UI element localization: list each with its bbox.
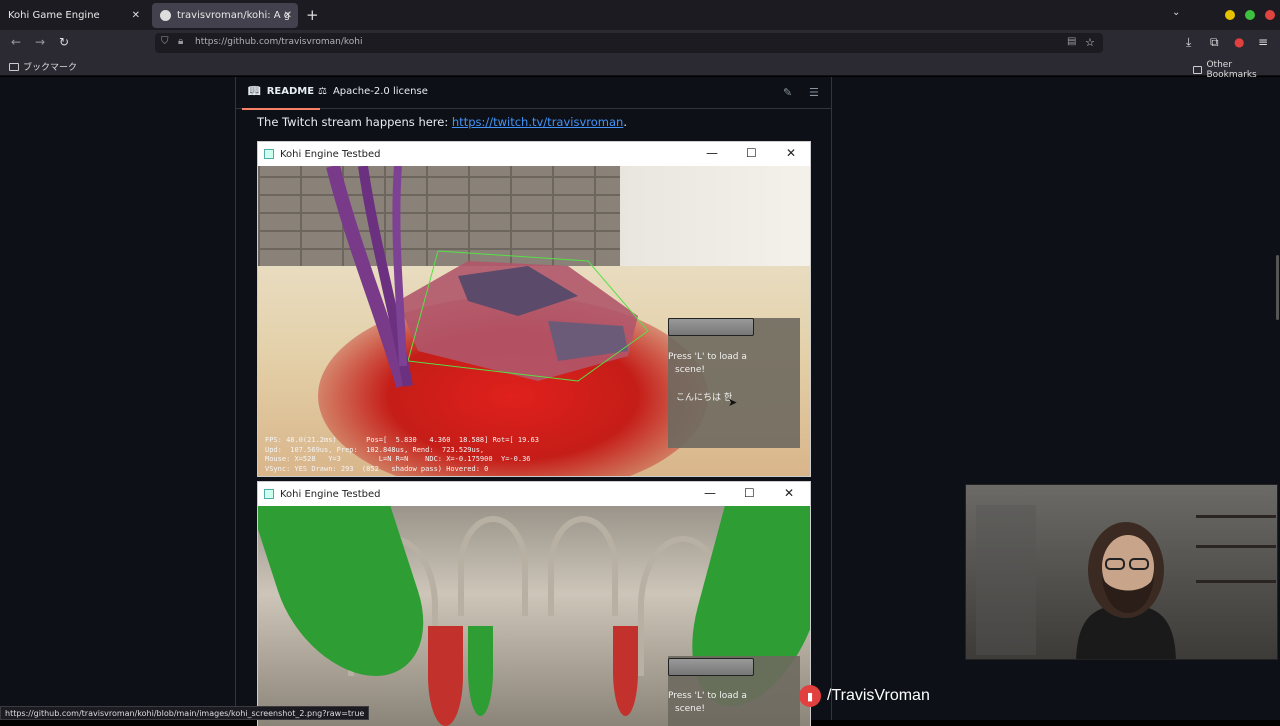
press-text-line-2: scene! [675, 365, 706, 375]
reader-view-icon[interactable]: ▤ [1067, 36, 1076, 47]
scene-car: Press 'L' to load a scene! こんにちは 한 ➤ FPS… [258, 166, 810, 476]
readme-panel: 📖︎ README ⚖ Apache-2.0 license ✎ ☰ The T… [235, 77, 832, 726]
scale-icon: ⚖ [318, 86, 327, 97]
stats-line: VSync: YES Drawn: 293 (852 shadow pass) … [265, 464, 489, 473]
twitch-end: . [623, 115, 627, 129]
tree-model [326, 166, 413, 388]
twitch-handle: /TravisVroman [827, 687, 930, 704]
red-drape [428, 626, 463, 726]
window-title: Kohi Engine Testbed [280, 488, 381, 500]
close-icon[interactable]: ✕ [784, 486, 794, 500]
green-drape [258, 506, 446, 676]
tab-license[interactable]: ⚖ Apache-2.0 license [318, 86, 428, 97]
tab-label: Kohi Game Engine [8, 10, 100, 21]
window-title: Kohi Engine Testbed [280, 148, 381, 160]
book-icon: 📖︎ [248, 86, 261, 97]
close-icon[interactable]: ✕ [786, 146, 796, 160]
webcam-overlay [965, 484, 1278, 660]
cursor-icon: ➤ [728, 396, 738, 409]
tab-label: travisvroman/kohi: A game e [177, 10, 289, 21]
chevron-down-icon[interactable]: ⌄ [1172, 7, 1180, 18]
minimize-icon[interactable]: — [706, 146, 718, 160]
testbed-window-2: Kohi Engine Testbed — ☐ ✕ Press 'L' to l… [257, 481, 811, 726]
ui-button[interactable] [668, 318, 754, 336]
shelf [1196, 580, 1276, 583]
press-text-line-2: scene! [675, 704, 706, 714]
readme-header: 📖︎ README ⚖ Apache-2.0 license ✎ ☰ [236, 77, 831, 110]
press-l-text: Press 'L' to load a scene! [668, 351, 747, 377]
folder-icon [9, 62, 19, 71]
bookmarks-label: ブックマーク [23, 63, 78, 73]
close-icon[interactable]: ✕ [284, 10, 292, 21]
star-icon[interactable]: ☆ [1085, 36, 1095, 49]
bookmarks-folder[interactable]: ブックマーク [9, 60, 77, 73]
jp-text: こんにちは 한 [676, 393, 733, 403]
minimize-icon[interactable]: — [704, 486, 716, 500]
press-text-line-1: Press 'L' to load a [668, 352, 747, 362]
shield-icon[interactable]: ⛉ [161, 36, 169, 47]
twitch-link[interactable]: https://twitch.tv/travisvroman [452, 115, 623, 129]
tab-kohi-game-engine[interactable]: Kohi Game Engine ✕ [0, 3, 146, 28]
app-icon [264, 149, 274, 159]
ui-button[interactable] [668, 658, 754, 676]
testbed-window-1: Kohi Engine Testbed — ☐ ✕ Press 'L' to l… [257, 141, 811, 477]
folder-icon [1193, 66, 1203, 74]
red-drape [613, 626, 638, 716]
new-tab-icon[interactable]: + [306, 6, 319, 24]
extensions-icon[interactable]: ⧉ [1210, 35, 1219, 50]
window-titlebar: Kohi Engine Testbed — ☐ ✕ [258, 482, 810, 506]
shelf [1196, 515, 1276, 518]
menu-icon[interactable]: ≡ [1258, 35, 1268, 49]
shelf [1196, 545, 1276, 548]
close-window-icon[interactable] [1265, 10, 1275, 20]
url-bar[interactable]: ⛉ 🔒︎ https://github.com/travisvroman/koh… [155, 33, 1103, 53]
tab-kohi-github[interactable]: travisvroman/kohi: A game e ✕ [152, 3, 298, 28]
close-icon[interactable]: ✕ [132, 10, 140, 21]
addon-icon[interactable]: ● [1234, 35, 1244, 49]
press-text-line-1: Press 'L' to load a [668, 691, 747, 701]
stats-line: Upd: 107.569us, Prep: 102.848us, Rend: 7… [265, 445, 485, 454]
download-icon[interactable]: ⤓ [1186, 35, 1191, 50]
maximize-icon[interactable]: ☐ [746, 146, 757, 160]
streamer [1076, 522, 1176, 659]
arch [458, 516, 528, 616]
twitch-text: The Twitch stream happens here: [257, 115, 452, 129]
outline-icon[interactable]: ☰ [809, 86, 819, 99]
reload-icon[interactable]: ↻ [59, 35, 69, 49]
twitch-paragraph: The Twitch stream happens here: https://… [257, 115, 627, 129]
tab-readme[interactable]: 📖︎ README [241, 86, 321, 110]
app-icon [264, 489, 274, 499]
twitch-handle-tag: ▮ /TravisVroman [799, 685, 930, 707]
press-l-text: Press 'L' to load a scene! [668, 690, 747, 716]
lock-icon[interactable]: 🔒︎ [178, 36, 183, 47]
stats-line: FPS: 48.0(21.2ms) Pos=[ 5.830 4.360 18.5… [265, 436, 539, 444]
scrollbar[interactable] [1276, 255, 1279, 320]
maximize-window-icon[interactable] [1245, 10, 1255, 20]
scene-sponza: Press 'L' to load a scene! [258, 506, 810, 726]
nav-bar: ← → ↻ ⛉ 🔒︎ https://github.com/travisvrom… [0, 30, 1280, 56]
tab-readme-label: README [266, 86, 315, 97]
status-url: https://github.com/travisvroman/kohi/blo… [5, 708, 365, 718]
stats-line: Mouse: X=528 Y=3 L=N R=N NDC: X=-0.17590… [265, 455, 531, 463]
link-status-bar: https://github.com/travisvroman/kohi/blo… [0, 706, 370, 720]
window-titlebar: Kohi Engine Testbed — ☐ ✕ [258, 142, 810, 166]
twitch-icon: ▮ [799, 685, 821, 707]
display-case [976, 505, 1036, 655]
ui-overlay-panel [668, 318, 800, 448]
bookmarks-bar: ブックマーク Other Bookmarks [0, 56, 1280, 80]
github-icon [160, 10, 171, 21]
back-icon[interactable]: ← [11, 35, 21, 49]
green-drape [468, 626, 493, 716]
url-text[interactable]: https://github.com/travisvroman/kohi [195, 37, 362, 47]
tab-bar: Kohi Game Engine ✕ travisvroman/kohi: A … [0, 0, 1280, 30]
forward-icon[interactable]: → [35, 35, 45, 49]
minimize-window-icon[interactable] [1225, 10, 1235, 20]
maximize-icon[interactable]: ☐ [744, 486, 755, 500]
debug-stats: FPS: 48.0(21.2ms) Pos=[ 5.830 4.360 18.5… [265, 436, 539, 474]
arch [548, 516, 618, 616]
tab-license-label: Apache-2.0 license [332, 86, 428, 97]
edit-icon[interactable]: ✎ [783, 86, 792, 99]
